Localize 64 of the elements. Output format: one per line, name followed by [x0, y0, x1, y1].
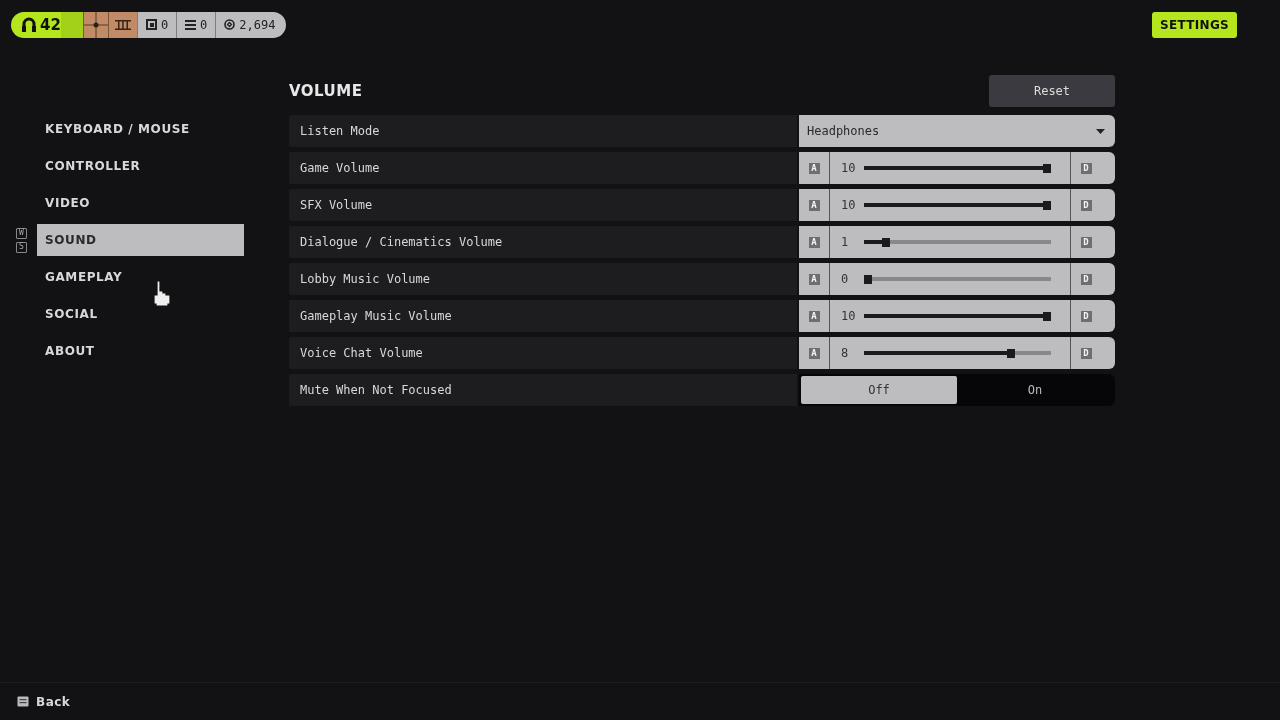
key-hint: W [16, 227, 27, 239]
setting-label: Dialogue / Cinematics Volume [289, 226, 797, 258]
key-hint: A [808, 162, 820, 174]
stat-count: 0 [160, 17, 169, 32]
escape-key-icon [17, 696, 29, 707]
key-hint: A [808, 310, 820, 322]
key-hint: A [808, 236, 820, 248]
key-hint: D [1080, 310, 1092, 322]
level-number: 42 [40, 15, 61, 34]
list-icon [185, 19, 197, 30]
setting-label: Mute When Not Focused [289, 374, 797, 406]
setting-label: Lobby Music Volume [289, 263, 797, 295]
slider-track[interactable] [864, 163, 1051, 173]
caret-icon [1096, 128, 1105, 134]
slider-track[interactable] [864, 274, 1051, 284]
key-hint: A [808, 347, 820, 359]
slider-value: 8 [840, 346, 850, 360]
square-icon [145, 19, 157, 30]
setting-label: Game Volume [289, 152, 797, 184]
bars-icon [114, 19, 131, 30]
setting-label: Voice Chat Volume [289, 337, 797, 369]
coin-icon [224, 19, 236, 30]
setting-label: Listen Mode [289, 115, 797, 147]
key-hint: D [1080, 162, 1092, 174]
slider-thumb[interactable] [1043, 200, 1051, 210]
slider-thumb[interactable] [1043, 311, 1051, 321]
slider-thumb[interactable] [881, 237, 890, 247]
sidebar-item[interactable]: VIDEO [37, 187, 244, 219]
slider-thumb[interactable] [864, 274, 872, 284]
toggle-option[interactable]: Off [801, 376, 957, 404]
stat-count: 2,694 [239, 17, 276, 32]
key-hint: D [1080, 273, 1092, 285]
dropdown[interactable]: Headphones [799, 115, 1115, 147]
key-hint: D [1080, 347, 1092, 359]
sidebar-item[interactable]: ABOUT [37, 335, 244, 367]
headset-icon [21, 16, 37, 33]
section-title: VOLUME [289, 81, 363, 100]
crosshair-icon [83, 11, 108, 38]
sidebar-item[interactable]: CONTROLLER [37, 150, 244, 182]
key-hint: D [1080, 199, 1092, 211]
setting-label: SFX Volume [289, 189, 797, 221]
slider-value: 10 [840, 161, 857, 175]
sidebar-item[interactable]: SOUND [37, 224, 244, 256]
stat-count: 0 [200, 17, 208, 32]
settings-button[interactable]: SETTINGS [1152, 11, 1237, 38]
slider-value: 10 [840, 309, 857, 323]
key-hint: A [808, 199, 820, 211]
setting-label: Gameplay Music Volume [289, 300, 797, 332]
sidebar-item[interactable]: SOCIAL [37, 298, 244, 330]
slider-track[interactable] [864, 200, 1051, 210]
slider-track[interactable] [864, 311, 1051, 321]
sidebar-item[interactable]: GAMEPLAY [37, 261, 244, 293]
slider-thumb[interactable] [1043, 163, 1051, 173]
back-button[interactable]: Back [17, 694, 71, 709]
slider-value: 0 [840, 272, 850, 286]
toggle-option[interactable]: On [957, 376, 1113, 404]
slider-value: 1 [840, 235, 850, 249]
sidebar-item[interactable]: KEYBOARD / MOUSE [37, 113, 244, 145]
reset-button[interactable]: Reset [989, 74, 1115, 107]
slider-value: 10 [840, 198, 857, 212]
key-hint: D [1080, 236, 1092, 248]
slider-thumb[interactable] [1007, 348, 1016, 358]
key-hint: A [808, 273, 820, 285]
key-hint: S [16, 241, 27, 253]
